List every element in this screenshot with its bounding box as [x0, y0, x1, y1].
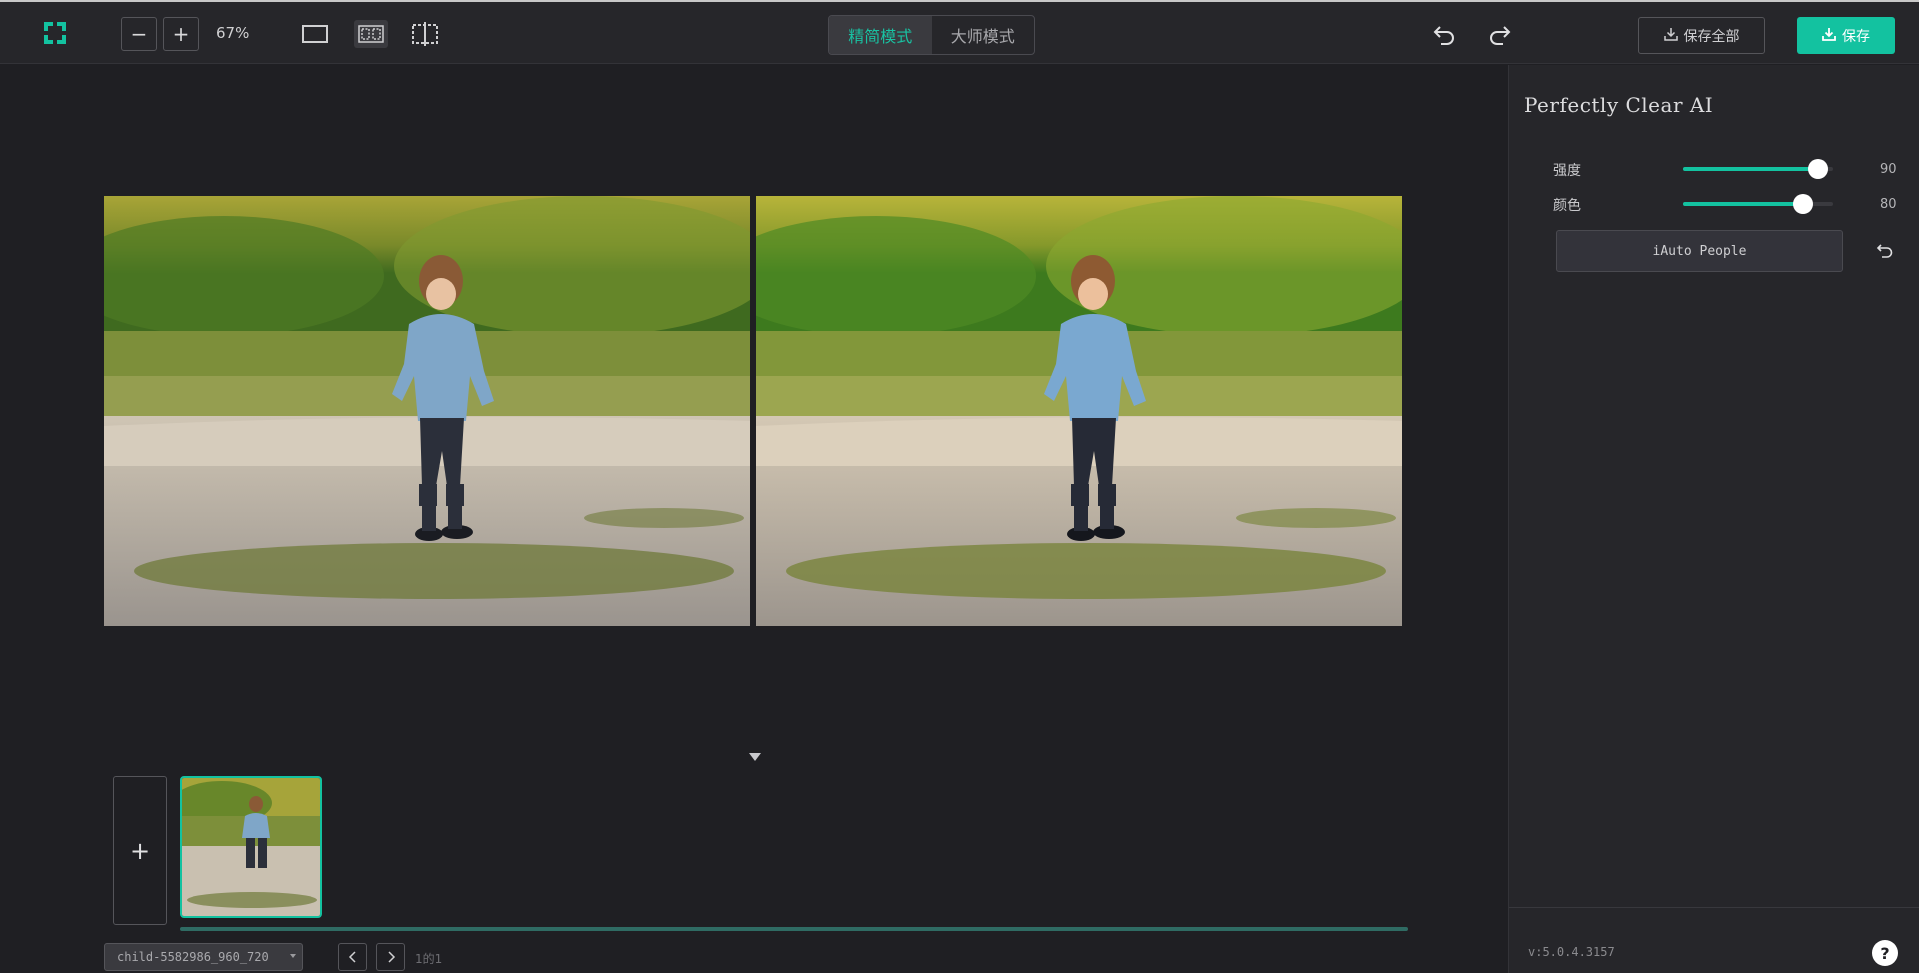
reset-icon[interactable] — [1872, 238, 1898, 264]
zoom-in-button[interactable]: + — [163, 17, 199, 51]
mode-switch: 精简模式 大师模式 — [828, 15, 1035, 55]
strength-value: 90 — [1880, 162, 1897, 177]
strength-slider-handle[interactable] — [1808, 159, 1828, 179]
logo-icon — [42, 20, 68, 46]
chevron-down-icon — [290, 954, 296, 958]
file-name: child-5582986_960_720 — [117, 950, 269, 964]
save-all-label: 保存全部 — [1683, 28, 1740, 45]
version-label: v:5.0.4.3157 — [1528, 945, 1615, 959]
save-button[interactable]: 保存 — [1797, 17, 1895, 54]
split-view-icon[interactable] — [354, 20, 388, 48]
download-icon — [1663, 27, 1678, 45]
mode-master-tab[interactable]: 大师模式 — [932, 16, 1035, 54]
plus-icon: + — [129, 836, 151, 865]
strength-label: 强度 — [1553, 163, 1581, 179]
download-icon — [1822, 27, 1836, 45]
panel-title: Perfectly Clear AI — [1524, 93, 1714, 117]
undo-icon[interactable] — [1430, 20, 1458, 48]
panel-divider — [1509, 907, 1919, 908]
plus-icon: + — [172, 22, 190, 46]
original-photo[interactable] — [104, 196, 750, 626]
zoom-out-button[interactable]: − — [121, 17, 157, 51]
file-select[interactable]: child-5582986_960_720 — [104, 943, 303, 971]
help-button[interactable]: ? — [1872, 940, 1898, 966]
chevron-left-icon — [348, 951, 356, 963]
save-all-button[interactable]: 保存全部 — [1638, 17, 1765, 54]
page-info: 1的1 — [415, 952, 443, 966]
save-label: 保存 — [1842, 28, 1870, 45]
add-image-button[interactable]: + — [113, 776, 167, 925]
minus-icon: − — [130, 22, 148, 46]
redo-icon[interactable] — [1486, 20, 1514, 48]
strength-slider-fill — [1683, 167, 1818, 171]
color-slider-handle[interactable] — [1793, 194, 1813, 214]
color-value: 80 — [1880, 197, 1897, 212]
enhanced-photo[interactable] — [756, 196, 1402, 626]
color-label: 颜色 — [1553, 198, 1581, 214]
filmstrip-scrollbar[interactable] — [180, 927, 1408, 931]
preset-button[interactable]: iAuto People — [1556, 230, 1843, 272]
next-page-button[interactable] — [376, 943, 405, 971]
chevron-right-icon — [387, 951, 395, 963]
crop-view-icon[interactable] — [408, 20, 442, 48]
single-view-icon[interactable] — [298, 20, 332, 48]
image-thumbnail[interactable] — [180, 776, 322, 918]
color-slider-fill — [1683, 202, 1803, 206]
help-icon: ? — [1880, 943, 1890, 963]
zoom-level: 67% — [216, 24, 250, 42]
color-slider[interactable] — [1683, 194, 1833, 214]
collapse-filmstrip-icon[interactable] — [749, 753, 761, 761]
prev-page-button[interactable] — [338, 943, 367, 971]
mode-simple-tab[interactable]: 精简模式 — [829, 16, 932, 54]
top-toolbar: − + 67% 精简模式 大师模式 保存全部 保存 — [0, 2, 1919, 64]
strength-slider[interactable] — [1683, 159, 1833, 179]
